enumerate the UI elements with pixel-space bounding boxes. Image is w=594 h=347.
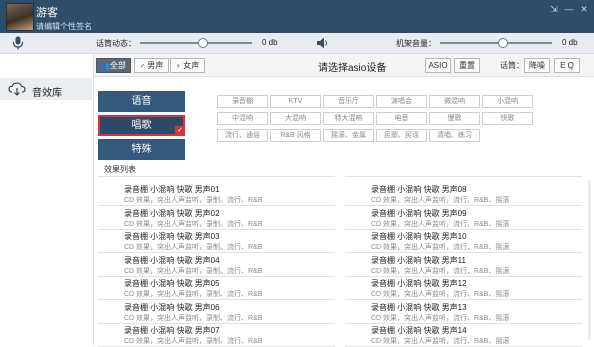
effect-item-title[interactable]: 录音棚 小混响 快歌 男声11: [371, 255, 466, 266]
filter-all-button[interactable]: 👥全部: [96, 58, 131, 73]
divider: [98, 205, 335, 206]
filter-female-label: 女声: [183, 61, 200, 70]
device-title: 请选择asio设备: [318, 63, 387, 74]
divider: [98, 275, 335, 277]
filter-female-button[interactable]: ♀ 女声: [170, 58, 205, 73]
effect-item-title[interactable]: 录音棚 小混响 快歌 男声12: [371, 278, 467, 289]
effect-item-title[interactable]: 录音棚 小混响 快歌 男声06: [124, 302, 220, 313]
mic-volume-knob[interactable]: [197, 38, 208, 48]
machine-volume-knob[interactable]: [497, 38, 508, 48]
mode-sing-button[interactable]: 唱歌 ✓: [98, 115, 185, 136]
effect-item-desc: CD 效果，突出人声监听，录制、流行、R&B: [124, 291, 263, 298]
effect-item-title[interactable]: 录音棚 小混响 快歌 男声03: [124, 231, 220, 242]
effect-item-desc: CD 效果，突出人声监听，流行、R&B、摇滚: [371, 244, 510, 251]
tag-button[interactable]: 微混响: [429, 95, 480, 108]
tag-button[interactable]: 小混响: [482, 95, 533, 108]
effect-item-desc: CD 效果，突出人声监听，流行、R&B、摇滚: [371, 220, 510, 228]
effect-item-desc: CD 效果，突出人声监听，录制、流行、R&B: [124, 267, 263, 275]
machine-db-value: 0 db: [562, 38, 578, 47]
divider: [345, 299, 582, 300]
effect-item-title[interactable]: 录音棚 小混响 快歌 男声07: [124, 325, 220, 336]
minimize-icon[interactable]: —: [563, 4, 575, 14]
divider: [98, 252, 335, 253]
effect-item-title[interactable]: 录音棚 小混响 快歌 男声09: [371, 208, 467, 219]
user-signature[interactable]: 请编辑个性签名: [36, 21, 92, 32]
mode-sing-label: 唱歌: [131, 120, 152, 131]
divider: [345, 322, 582, 324]
divider: [98, 299, 335, 300]
mode-special-button[interactable]: 特殊: [98, 139, 185, 160]
divider: [98, 176, 335, 177]
tag-button[interactable]: 中混响: [217, 112, 268, 125]
filter-male-button[interactable]: ♂ 男声: [134, 58, 169, 73]
effect-item-title[interactable]: 录音棚 小混响 快歌 男声14: [371, 325, 467, 336]
effect-item-title[interactable]: 录音棚 小混响 快歌 男声08: [371, 184, 467, 195]
scrollbar[interactable]: [588, 180, 591, 340]
divider: [345, 176, 582, 177]
divider: [345, 275, 582, 277]
machine-volume-label: 机架音量：: [396, 39, 436, 48]
filter-male-label: 男声: [147, 61, 164, 70]
asio-button[interactable]: ASIO: [425, 58, 451, 73]
close-icon[interactable]: ✕: [578, 4, 590, 14]
effect-item-title[interactable]: 录音棚 小混响 快歌 男声04: [124, 255, 220, 266]
cloud-icon: [8, 82, 26, 96]
effect-item-title[interactable]: 录音棚 小混响 快歌 男声02: [124, 208, 220, 219]
check-icon: ✓: [175, 126, 185, 136]
female-icon: ♀: [175, 63, 181, 70]
restore-icon[interactable]: ⇲: [548, 4, 560, 14]
effect-item-title[interactable]: 录音棚 小混响 快歌 男声13: [371, 302, 467, 313]
effect-item-title[interactable]: 录音棚 小混响 快歌 男声01: [124, 184, 220, 195]
effect-item-title[interactable]: 录音棚 小混响 快歌 男声05: [124, 278, 220, 289]
male-icon: ♂: [139, 63, 145, 70]
mic-tune-label: 话筒：: [500, 61, 524, 70]
divider: [345, 228, 582, 230]
microphone-icon[interactable]: [12, 36, 24, 50]
divider: [345, 205, 582, 206]
eq-button[interactable]: E Q: [554, 58, 580, 73]
filter-all-label: 全部: [109, 61, 126, 70]
speaker-icon[interactable]: [316, 36, 328, 50]
user-name: 游客: [36, 7, 58, 19]
effect-item-desc: CD 效果，突出人声监听，流行、R&B、摇滚: [371, 291, 510, 298]
tag-button[interactable]: R&B 风格: [270, 129, 321, 142]
tag-button[interactable]: 电音: [376, 112, 427, 125]
effect-item-desc: CD 效果，突出人声监听，录制、流行、R&B: [124, 244, 263, 251]
group-icon: 👥: [101, 63, 110, 70]
effect-item-desc: CD 效果，突出人声监听，录制、流行、R&B: [124, 314, 263, 322]
sidebar-item-label: 音效库: [32, 88, 62, 99]
tag-button[interactable]: 录音棚: [217, 95, 268, 108]
effect-item-title[interactable]: 录音棚 小混响 快歌 男声10: [371, 231, 467, 242]
tag-button[interactable]: 演唱会: [376, 95, 427, 108]
effect-item-desc: CD 效果，突出人声监听，录制、流行、R&B: [124, 338, 263, 345]
tag-button[interactable]: 大混响: [270, 112, 321, 125]
tag-button[interactable]: 摇滚、金属: [323, 129, 374, 142]
mic-volume-slider[interactable]: [140, 38, 252, 48]
effect-item-desc: CD 效果，突出人声监听，录制、流行、R&B: [124, 197, 263, 204]
tag-button[interactable]: 音乐厅: [323, 95, 374, 108]
tag-button[interactable]: 快歌: [482, 112, 533, 125]
machine-volume-slider[interactable]: [440, 38, 552, 48]
mode-voice-button[interactable]: 语音: [98, 91, 185, 112]
tag-button[interactable]: 民歌、民谣: [376, 129, 427, 142]
effect-item-desc: CD 效果，突出人声监听，流行、R&B、摇滚: [371, 314, 510, 322]
divider: [98, 322, 335, 324]
tag-button[interactable]: 慢歌: [429, 112, 480, 125]
divider: [98, 228, 335, 230]
reset-button[interactable]: 重置: [454, 58, 480, 73]
tag-button[interactable]: 流行、通俗: [217, 129, 268, 142]
divider: [345, 252, 582, 253]
mic-volume-label: 话筒动态：: [96, 39, 136, 48]
effect-item-desc: CD 效果，突出人声监听，流行、R&B、摇滚: [371, 197, 510, 204]
effect-item-desc: CD 效果，突出人声监听，录制、流行、R&B: [124, 220, 263, 228]
tag-button[interactable]: KTV: [270, 95, 321, 108]
effects-list-title: 效果列表: [104, 165, 136, 174]
effect-item-desc: CD 效果，突出人声监听，流行、R&B、摇滚: [371, 338, 510, 345]
mic-db-value: 0 db: [262, 38, 278, 47]
tag-button[interactable]: 特大混响: [323, 112, 374, 125]
effect-item-desc: CD 效果，突出人声监听，流行、R&B、摇滚: [371, 267, 510, 275]
denoise-button[interactable]: 降噪: [524, 58, 550, 73]
avatar[interactable]: [6, 3, 34, 31]
tag-button[interactable]: 清唱、练习: [429, 129, 480, 142]
